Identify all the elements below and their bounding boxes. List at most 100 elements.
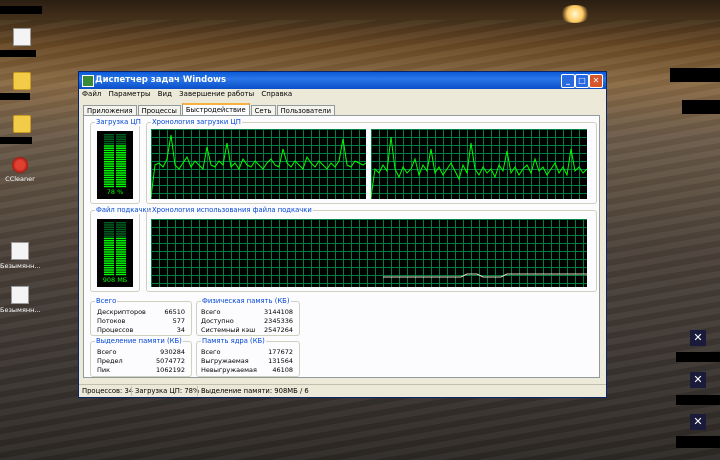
pagefile-meter-segment bbox=[116, 271, 126, 273]
kernel-memory-title: Память ядра (КБ) bbox=[201, 337, 266, 345]
cpu-meter-segment bbox=[104, 183, 114, 185]
pagefile-history-line bbox=[383, 273, 587, 278]
document-icon bbox=[11, 286, 29, 304]
cpu-meter-segment bbox=[116, 152, 126, 154]
kernel-memory-row: Невыгружаемая 46108 bbox=[201, 366, 293, 374]
pagefile-meter-segment bbox=[116, 258, 126, 260]
cpu-meter-segment bbox=[104, 154, 114, 156]
desktop-icon-3[interactable] bbox=[2, 115, 42, 135]
cpu-history-title: Хронология загрузки ЦП bbox=[151, 118, 242, 126]
menu-file[interactable]: Файл bbox=[82, 90, 101, 98]
pagefile-meter-segment bbox=[116, 244, 126, 246]
close-button[interactable]: ✕ bbox=[589, 74, 603, 88]
cpu-usage-meter: 78 % bbox=[97, 131, 133, 199]
commit-charge-row: Предел 5074772 bbox=[97, 357, 185, 365]
cpu-usage-title: Загрузка ЦП bbox=[95, 118, 142, 126]
desktop-icon-1[interactable] bbox=[2, 28, 42, 48]
commit-charge-row: Всего 930284 bbox=[97, 348, 185, 356]
commit-charge-table: Всего 930284 Предел 5074772 Пик 1062192 bbox=[97, 348, 185, 374]
cpu-meter-segment bbox=[116, 145, 126, 147]
status-processes: Процессов: 34 bbox=[82, 387, 134, 395]
pagefile-meter-segment bbox=[116, 273, 126, 276]
menu-bar: Файл Параметры Вид Завершение работы Спр… bbox=[79, 89, 606, 100]
cpu-meter-segment bbox=[104, 172, 114, 174]
title-bar[interactable]: Диспетчер задач Windows _ □ ✕ bbox=[79, 72, 606, 89]
cpu-meter-segment bbox=[116, 143, 126, 145]
ccleaner-icon bbox=[12, 157, 28, 173]
pagefile-history-title: Хронология использования файла подкачки bbox=[151, 206, 313, 214]
cpu-meter-segment bbox=[116, 156, 126, 158]
desktop-icon-file-1[interactable]: Безымянн... bbox=[0, 242, 41, 270]
cpu-meter-segment bbox=[116, 149, 126, 152]
menu-view[interactable]: Вид bbox=[158, 90, 172, 98]
cpu-meter-segment bbox=[104, 134, 114, 136]
status-separator bbox=[197, 386, 198, 396]
cpu-meter-segment bbox=[116, 138, 126, 140]
cpu-usage-value: 78 % bbox=[106, 188, 124, 196]
pagefile-title: Файл подкачки bbox=[95, 206, 153, 214]
pagefile-meter-segment bbox=[104, 226, 114, 228]
redacted-label bbox=[0, 6, 42, 14]
minimize-button[interactable]: _ bbox=[561, 74, 575, 88]
cpu-meter-segment bbox=[104, 152, 114, 154]
cpu-meter-segment bbox=[116, 154, 126, 156]
cpu-history-line-1 bbox=[151, 134, 366, 198]
redacted-label bbox=[670, 68, 720, 82]
folder-icon bbox=[13, 72, 31, 90]
shortcut-x-icon[interactable]: ✕ bbox=[690, 372, 706, 388]
maximize-button[interactable]: □ bbox=[575, 74, 589, 88]
kernel-memory-table: Всего 177672 Выгружаемая 131564 Невыгружае… bbox=[201, 348, 293, 374]
desktop-icon-ccleaner[interactable]: CCleaner bbox=[0, 157, 40, 183]
pagefile-meter-segment bbox=[116, 262, 126, 264]
physical-memory-row: Всего 3144108 bbox=[201, 308, 293, 316]
pagefile-meter-segment bbox=[116, 255, 126, 258]
pagefile-meter-segment bbox=[104, 271, 114, 273]
pagefile-meter-segment bbox=[116, 222, 126, 224]
status-bar: Процессов: 34 Загрузка ЦП: 78% Выделение… bbox=[79, 384, 606, 397]
pagefile-meter-segment bbox=[104, 222, 114, 224]
cpu-meter-segment bbox=[104, 161, 114, 163]
redacted-label bbox=[682, 100, 720, 114]
pagefile-meter-segment bbox=[104, 255, 114, 258]
desktop-icon-file-2[interactable]: Безымянн... bbox=[0, 286, 41, 314]
task-manager-window: Диспетчер задач Windows _ □ ✕ Файл Парам… bbox=[78, 71, 607, 398]
pagefile-meter-segment bbox=[104, 233, 114, 235]
folder-icon bbox=[13, 115, 31, 133]
totals-row: Потоков 577 bbox=[97, 317, 185, 325]
cpu-meter-segment bbox=[116, 134, 126, 136]
pagefile-meter-segment bbox=[104, 260, 114, 262]
cpu-meter-segment bbox=[116, 179, 126, 181]
physical-memory-group: Физическая память (КБ) Всего 3144108 Дост… bbox=[196, 297, 300, 336]
kernel-memory-row: Выгружаемая 131564 bbox=[201, 357, 293, 365]
cpu-meter-segment bbox=[104, 158, 114, 161]
desktop-icon-2[interactable] bbox=[2, 72, 42, 92]
pagefile-meter-segment bbox=[104, 246, 114, 249]
commit-charge-title: Выделение памяти (КБ) bbox=[95, 337, 183, 345]
cpu-meter-segment bbox=[116, 172, 126, 174]
pagefile-meter-segment bbox=[104, 240, 114, 242]
cpu-meter-segment bbox=[116, 174, 126, 176]
window-title: Диспетчер задач Windows bbox=[95, 75, 227, 85]
cpu-meter-segment bbox=[104, 136, 114, 138]
physical-memory-row: Доступно 2345336 bbox=[201, 317, 293, 325]
shortcut-x-icon[interactable]: ✕ bbox=[690, 414, 706, 430]
pagefile-meter-segment bbox=[116, 240, 126, 242]
shortcut-x-icon[interactable]: ✕ bbox=[690, 330, 706, 346]
cpu-history-graph-core1 bbox=[151, 129, 366, 199]
status-cpu: Загрузка ЦП: 78% bbox=[135, 387, 200, 395]
status-separator bbox=[131, 386, 132, 396]
menu-options[interactable]: Параметры bbox=[109, 90, 151, 98]
cpu-meter-segment bbox=[116, 185, 126, 188]
document-icon bbox=[13, 28, 31, 46]
pagefile-group: Файл подкачки 908 МБ bbox=[90, 206, 153, 292]
menu-shutdown[interactable]: Завершение работы bbox=[179, 90, 254, 98]
pagefile-meter-segment bbox=[116, 235, 126, 237]
cpu-meter-segment bbox=[116, 181, 126, 183]
cpu-meter-segment bbox=[104, 143, 114, 145]
cpu-meter-segment bbox=[104, 138, 114, 140]
menu-help[interactable]: Справка bbox=[261, 90, 292, 98]
pagefile-meter-segment bbox=[104, 258, 114, 260]
cpu-meter-segment bbox=[104, 185, 114, 188]
cpu-meter-segment bbox=[116, 170, 126, 172]
pagefile-meter-segment bbox=[116, 253, 126, 255]
